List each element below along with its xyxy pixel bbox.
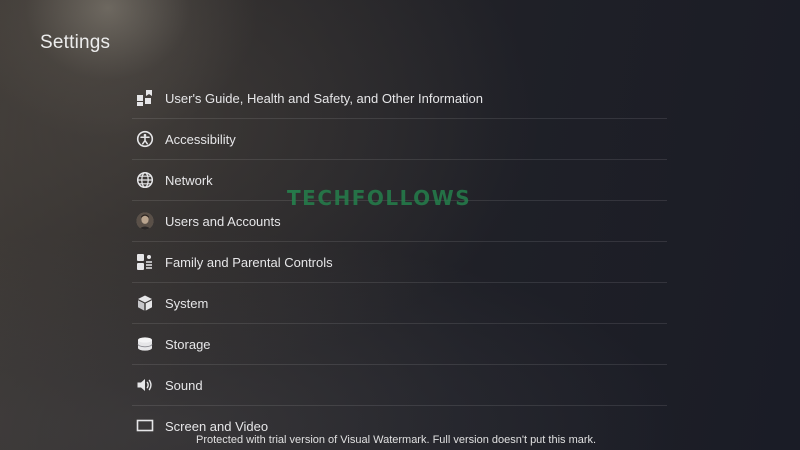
storage-disk-icon: [136, 335, 154, 353]
menu-item-accessibility[interactable]: Accessibility: [132, 119, 667, 160]
menu-item-label: Storage: [165, 336, 211, 352]
globe-icon: [136, 171, 154, 189]
user-avatar-icon: [136, 212, 154, 230]
menu-item-label: Sound: [165, 377, 203, 393]
watermark-notice: Protected with trial version of Visual W…: [196, 434, 597, 446]
menu-item-label: User's Guide, Health and Safety, and Oth…: [165, 90, 484, 106]
menu-item-label: Network: [165, 172, 213, 188]
menu-item-label: Accessibility: [165, 131, 236, 147]
watermark-logo-rest: ECHFOLLOWS: [302, 186, 472, 210]
menu-item-system[interactable]: System: [132, 283, 667, 324]
menu-item-label: System: [165, 295, 209, 311]
screen-icon: [136, 417, 154, 435]
page-title: Settings: [40, 32, 111, 53]
menu-item-users-guide[interactable]: User's Guide, Health and Safety, and Oth…: [132, 78, 667, 119]
menu-item-storage[interactable]: Storage: [132, 324, 667, 365]
menu-item-sound[interactable]: Sound: [132, 365, 667, 406]
menu-item-label: Users and Accounts: [165, 213, 281, 229]
settings-screen: Settings User's Guide, Health and Safety…: [0, 0, 800, 450]
menu-item-label: Screen and Video: [165, 418, 269, 434]
family-controls-icon: [136, 253, 154, 271]
watermark-logo: TECHFOLLOWS: [287, 186, 471, 210]
users-guide-icon: [136, 89, 154, 107]
menu-item-label: Family and Parental Controls: [165, 254, 333, 270]
menu-item-family-controls[interactable]: Family and Parental Controls: [132, 242, 667, 283]
speaker-icon: [136, 376, 154, 394]
settings-menu: User's Guide, Health and Safety, and Oth…: [132, 78, 667, 446]
cube-icon: [136, 294, 154, 312]
watermark-logo-lead: T: [287, 186, 303, 210]
accessibility-icon: [136, 130, 154, 148]
